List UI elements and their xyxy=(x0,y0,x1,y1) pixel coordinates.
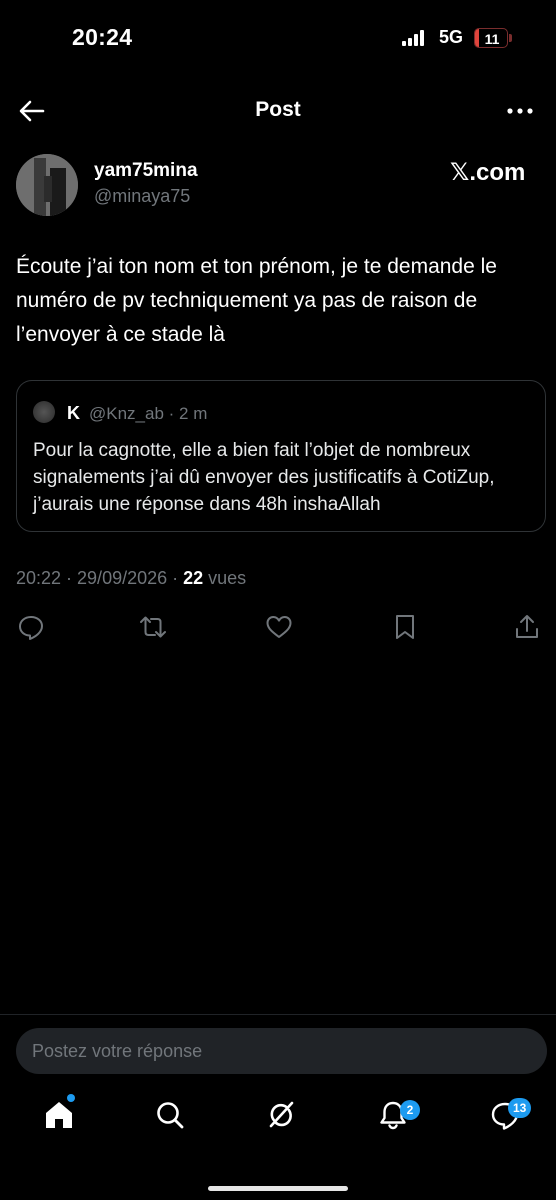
share-icon[interactable] xyxy=(512,612,542,642)
signal-icon xyxy=(402,30,424,46)
views-label: vues xyxy=(203,568,247,588)
post-header: Post xyxy=(0,88,556,134)
home-indicator xyxy=(208,1186,348,1191)
home-new-dot xyxy=(67,1094,75,1102)
notifications-badge: 2 xyxy=(400,1100,420,1120)
bookmark-icon[interactable] xyxy=(390,612,420,642)
battery-level: 11 xyxy=(484,31,500,47)
quoted-avatar xyxy=(33,401,55,423)
reply-composer[interactable] xyxy=(16,1028,547,1074)
more-horizontal-icon[interactable] xyxy=(504,96,536,126)
search-icon[interactable] xyxy=(153,1098,187,1132)
quoted-author-name: K xyxy=(67,403,80,423)
author-display-name[interactable]: yam75mina xyxy=(94,160,198,182)
avatar-image xyxy=(16,154,78,216)
battery-icon: 11 xyxy=(474,28,512,48)
messages-badge: 13 xyxy=(508,1098,532,1118)
post-text: Écoute j’ai ton nom et ton prénom, je te… xyxy=(16,255,497,346)
home-icon[interactable] xyxy=(42,1098,76,1132)
status-time: 20:24 xyxy=(72,24,133,50)
bottom-tab-bar: 2 13 xyxy=(0,1092,556,1152)
page-title: Post xyxy=(255,98,301,121)
grok-icon[interactable] xyxy=(264,1098,298,1132)
author-handle[interactable]: @minaya75 xyxy=(94,186,190,207)
action-bar xyxy=(0,612,556,642)
quoted-handle-time: @Knz_ab · 2 m xyxy=(89,404,208,423)
x-com-watermark: 𝕏.com xyxy=(450,159,526,186)
retweet-icon[interactable] xyxy=(138,612,168,642)
network-type: 5G xyxy=(439,27,464,47)
reply-icon[interactable] xyxy=(16,612,46,642)
post-metadata: 20:22 · 29/09/2026 · 22 vues xyxy=(16,568,246,589)
post-timestamp: 20:22 · 29/09/2026 · xyxy=(16,568,184,588)
status-bar: 20:24 5G 11 xyxy=(0,0,556,78)
divider xyxy=(0,1014,556,1015)
quoted-post[interactable]: K @Knz_ab · 2 m Pour la cagnotte, elle a… xyxy=(16,380,546,532)
views-count[interactable]: 22 xyxy=(183,568,203,588)
quoted-text: Pour la cagnotte, elle a bien fait l’obj… xyxy=(33,440,495,515)
reply-input[interactable] xyxy=(32,1028,532,1074)
like-icon[interactable] xyxy=(264,612,294,642)
avatar[interactable] xyxy=(16,154,78,216)
